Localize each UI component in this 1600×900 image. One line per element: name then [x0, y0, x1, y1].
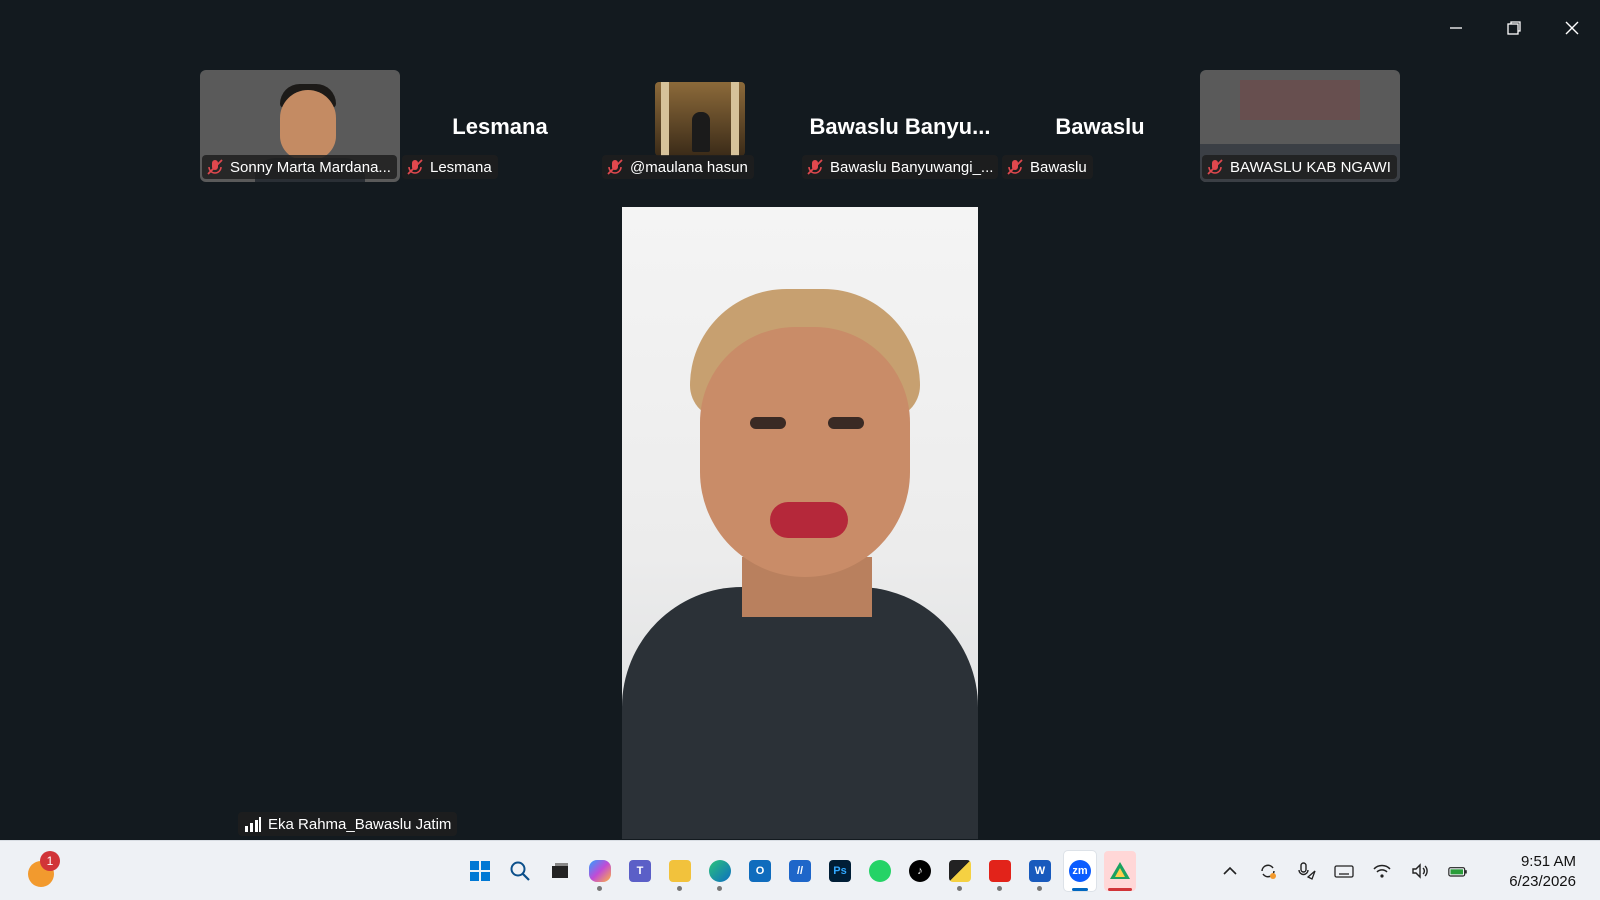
notification-badge: 1 — [40, 851, 60, 871]
participant-name: BAWASLU KAB NGAWI — [1230, 158, 1391, 176]
tiktok-app[interactable]: ♪ — [904, 851, 936, 891]
participant-name: Bawaslu — [1030, 158, 1087, 176]
mic-muted-icon — [1207, 159, 1223, 175]
mic-muted-icon — [407, 159, 423, 175]
blue-app[interactable]: // — [784, 851, 816, 891]
video-feed — [655, 82, 745, 156]
participant-name-tag: BAWASLU KAB NGAWI — [1202, 155, 1397, 179]
participant-tile[interactable]: Bawaslu Bawaslu — [1000, 70, 1200, 182]
restore-icon — [1507, 21, 1521, 35]
wifi-icon — [1373, 864, 1391, 878]
mic-muted-icon — [807, 159, 823, 175]
zoom-icon: zm — [1069, 860, 1091, 882]
show-hidden-icons-button[interactable] — [1218, 859, 1242, 883]
clock[interactable]: 9:51 AM 6/23/2026 — [1509, 852, 1576, 892]
wifi-button[interactable] — [1370, 859, 1394, 883]
battery-icon — [1448, 867, 1467, 877]
photoshop-icon: Ps — [829, 860, 851, 882]
notes-icon — [949, 860, 971, 882]
participant-name-tag: Bawaslu — [1002, 155, 1093, 179]
acrobat-icon — [989, 860, 1011, 882]
participant-name-tag: @maulana hasun — [602, 155, 754, 179]
copilot-icon — [589, 860, 611, 882]
whatsapp-app[interactable] — [864, 851, 896, 891]
copilot-app[interactable] — [584, 851, 616, 891]
weather-widget[interactable]: 1 — [24, 851, 64, 891]
edge-app[interactable] — [704, 851, 736, 891]
mic-muted-icon — [1007, 159, 1023, 175]
participant-tile[interactable]: Sonny Marta Mardana... — [200, 70, 400, 182]
signal-strength-icon — [245, 817, 261, 832]
teams-icon: T — [629, 860, 651, 882]
mic-muted-icon — [207, 159, 223, 175]
clock-date: 6/23/2026 — [1509, 873, 1576, 890]
participant-name-tag: Lesmana — [402, 155, 498, 179]
minimize-icon — [1450, 27, 1462, 29]
close-icon — [1565, 21, 1579, 35]
drive-icon — [1110, 862, 1130, 879]
microphone-icon — [1298, 862, 1316, 880]
taskbar-apps: T O // Ps ♪ W zm — [464, 851, 1136, 891]
edge-icon — [709, 860, 731, 882]
system-tray — [1218, 851, 1470, 891]
taskbar: 1 T O // Ps ♪ W zm 9:51 AM 6/23/2026 — [0, 840, 1600, 900]
whatsapp-icon — [869, 860, 891, 882]
speaker-icon — [1412, 863, 1428, 879]
participant-name-tag: Sonny Marta Mardana... — [202, 155, 397, 179]
participant-tile[interactable]: @maulana hasun — [600, 70, 800, 182]
app-icon: // — [789, 860, 811, 882]
sticky-notes-app[interactable] — [944, 851, 976, 891]
participant-name: Bawaslu Banyuwangi_... — [830, 158, 994, 176]
teams-app[interactable]: T — [624, 851, 656, 891]
taskview-icon — [552, 863, 568, 878]
participant-name-tag: Bawaslu Banyuwangi_... — [802, 155, 998, 179]
keyboard-button[interactable] — [1332, 859, 1356, 883]
outlook-app[interactable]: O — [744, 851, 776, 891]
active-speaker-name-tag: Eka Rahma_Bawaslu Jatim — [238, 812, 458, 836]
participant-display-name: Lesmana — [452, 114, 548, 139]
acrobat-app[interactable] — [984, 851, 1016, 891]
start-button[interactable] — [464, 851, 496, 891]
participant-display-name: Bawaslu Banyu... — [809, 114, 991, 139]
video-feed — [1240, 80, 1360, 120]
tiktok-icon: ♪ — [909, 860, 931, 882]
minimize-button[interactable] — [1440, 12, 1472, 44]
battery-button[interactable] — [1446, 859, 1470, 883]
word-app[interactable]: W — [1024, 851, 1056, 891]
search-icon — [510, 861, 530, 881]
window-controls — [1440, 12, 1588, 44]
zoom-app[interactable]: zm — [1064, 851, 1096, 891]
task-view-button[interactable] — [544, 851, 576, 891]
mic-location-button[interactable] — [1294, 859, 1318, 883]
outlook-icon: O — [749, 860, 771, 882]
participant-tile[interactable]: Bawaslu Banyu... Bawaslu Banyuwangi_... — [800, 70, 1000, 182]
close-button[interactable] — [1556, 12, 1588, 44]
windows-icon — [470, 861, 490, 881]
clock-time: 9:51 AM — [1520, 853, 1576, 870]
chevron-up-icon — [1223, 866, 1237, 875]
folder-icon — [669, 860, 691, 882]
volume-button[interactable] — [1408, 859, 1432, 883]
photoshop-app[interactable]: Ps — [824, 851, 856, 891]
mic-muted-icon — [607, 159, 623, 175]
word-icon: W — [1029, 860, 1051, 882]
search-button[interactable] — [504, 851, 536, 891]
active-speaker-name: Eka Rahma_Bawaslu Jatim — [268, 815, 452, 833]
participant-name: Sonny Marta Mardana... — [230, 158, 391, 176]
participant-name: @maulana hasun — [630, 158, 748, 176]
keyboard-icon — [1334, 865, 1354, 878]
participant-display-name: Bawaslu — [1055, 114, 1145, 139]
participant-name: Lesmana — [430, 158, 492, 176]
sync-button[interactable] — [1256, 859, 1280, 883]
active-speaker-video[interactable] — [622, 207, 978, 839]
participant-tile[interactable]: BAWASLU KAB NGAWI — [1200, 70, 1400, 182]
restore-button[interactable] — [1498, 12, 1530, 44]
file-explorer-app[interactable] — [664, 851, 696, 891]
participant-tile[interactable]: Lesmana Lesmana — [400, 70, 600, 182]
drive-app[interactable] — [1104, 851, 1136, 891]
sync-icon — [1261, 864, 1276, 879]
